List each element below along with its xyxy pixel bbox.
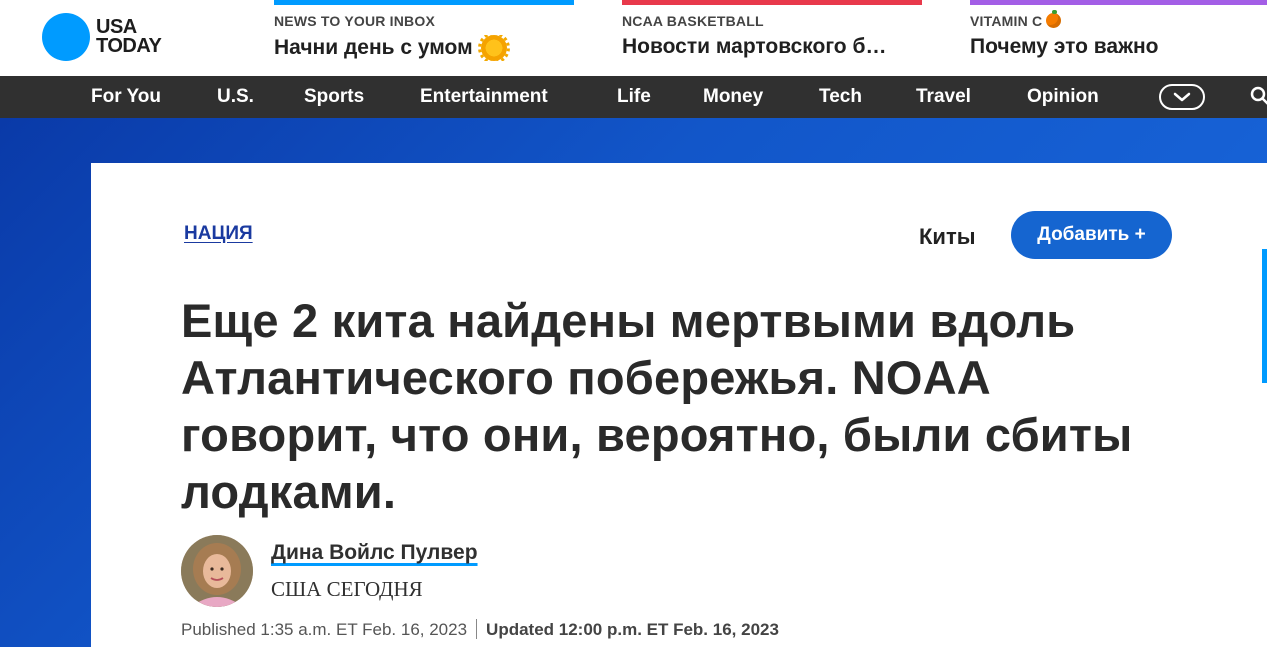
nav-item-entertainment[interactable]: Entertainment [420, 76, 548, 118]
promo-bar [274, 0, 574, 5]
author-org: США СЕГОДНЯ [271, 577, 423, 601]
published-date: Published 1:35 a.m. ET Feb. 16, 2023 [181, 620, 468, 639]
promo-kicker: NCAA BASKETBALL [622, 13, 764, 29]
main-nav: For You U.S. Sports Entertainment Life M… [0, 76, 1267, 118]
promo-ncaa[interactable]: NCAA BASKETBALL Новости мартовского б… [622, 0, 922, 76]
chevron-down-icon [1173, 92, 1191, 102]
nav-more-button[interactable] [1159, 84, 1205, 110]
sun-icon [477, 35, 510, 61]
promo-title-wrap: Новости мартовского б… [622, 35, 922, 59]
dateline: Published 1:35 a.m. ET Feb. 16, 2023 Upda… [181, 619, 779, 640]
section-link[interactable]: НАЦИЯ [184, 223, 253, 245]
usa-today-logo[interactable]: USA TODAY [42, 13, 162, 61]
logo-dot-icon [42, 13, 90, 61]
promo-kicker-wrap: VITAMIN C [970, 10, 1267, 29]
promo-kicker: VITAMIN C [970, 13, 1043, 29]
promo-title: Почему это важно [970, 35, 1159, 58]
author-name-link[interactable]: Дина Войлс Пулвер [271, 541, 478, 565]
author-avatar[interactable] [181, 535, 253, 607]
top-bar: USA TODAY NEWS TO YOUR INBOX Начни день … [0, 0, 1267, 76]
nav-item-opinion[interactable]: Opinion [1027, 76, 1099, 118]
topic-label: Киты [919, 224, 976, 249]
promo-title: Новости мартовского б… [622, 35, 887, 58]
promo-bar [970, 0, 1267, 5]
promo-bar [622, 0, 922, 5]
logo-line-2: TODAY [96, 35, 162, 57]
promo-title-wrap: Почему это важно [970, 35, 1267, 59]
search-icon[interactable] [1250, 86, 1267, 106]
nav-item-for-you[interactable]: For You [91, 76, 161, 118]
article-headline: Еще 2 кита найдены мертвыми вдоль Атлант… [181, 294, 1133, 518]
nav-item-us[interactable]: U.S. [217, 76, 254, 118]
nav-item-travel[interactable]: Travel [916, 76, 971, 118]
promo-newsletter[interactable]: NEWS TO YOUR INBOX Начни день с умом [274, 0, 574, 76]
promo-kicker: NEWS TO YOUR INBOX [274, 13, 435, 29]
side-accent-bar [1262, 249, 1267, 383]
nav-item-life[interactable]: Life [617, 76, 651, 118]
date-separator [476, 619, 478, 639]
nav-item-money[interactable]: Money [703, 76, 763, 118]
add-topic-button[interactable]: Добавить + [1011, 211, 1172, 259]
promo-title: Начни день с умом [274, 36, 473, 59]
nav-item-sports[interactable]: Sports [304, 76, 364, 118]
promo-vitamin[interactable]: VITAMIN C Почему это важно [970, 0, 1267, 76]
orange-icon [1046, 10, 1062, 28]
promo-title-wrap: Начни день с умом [274, 35, 574, 61]
avatar-photo-icon [181, 535, 253, 607]
nav-item-tech[interactable]: Tech [819, 76, 862, 118]
logo-text: USA TODAY [96, 17, 162, 57]
updated-date: Updated 12:00 p.m. ET Feb. 16, 2023 [486, 620, 779, 639]
